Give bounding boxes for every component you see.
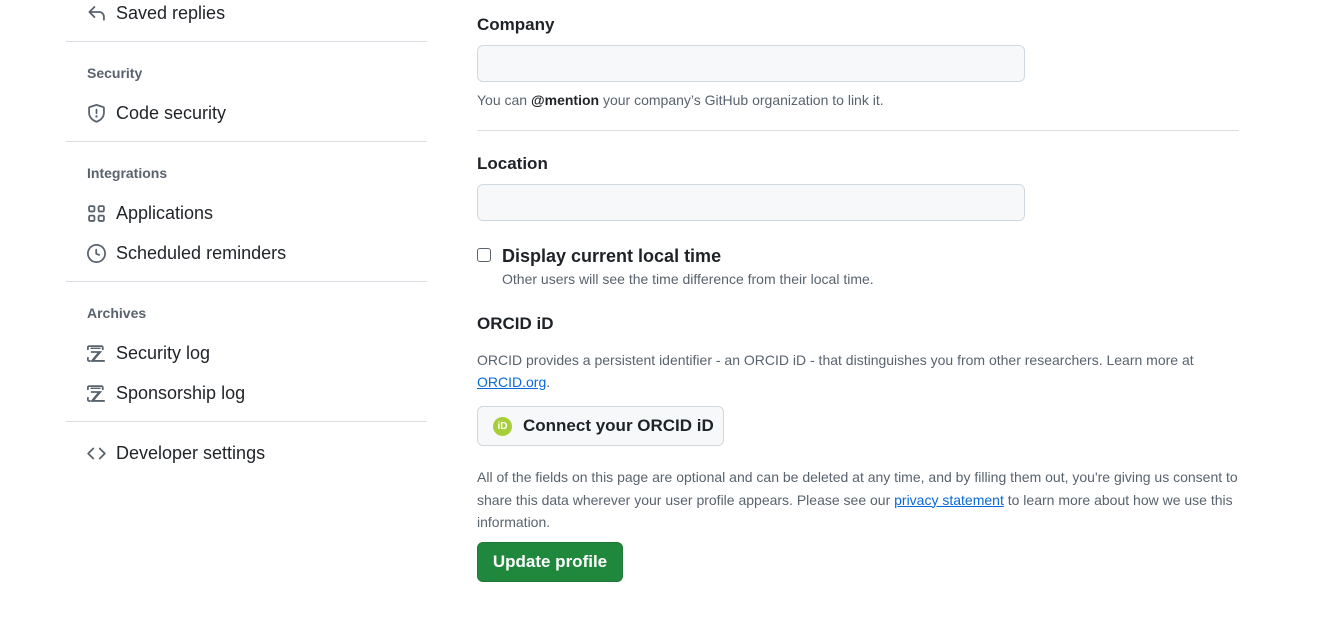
code-icon bbox=[87, 444, 106, 463]
log-icon bbox=[87, 344, 106, 363]
company-note-mention: @mention bbox=[530, 92, 600, 108]
company-note: You can @mention your company’s GitHub o… bbox=[477, 92, 884, 108]
company-input[interactable] bbox=[477, 45, 1025, 82]
sidebar-item-label: Code security bbox=[116, 103, 227, 123]
sidebar-section-integrations: Integrations bbox=[87, 165, 168, 181]
log-icon bbox=[87, 384, 106, 403]
sidebar-item-scheduled-reminders[interactable]: Scheduled reminders bbox=[66, 237, 427, 269]
company-note-suffix: your company’s GitHub organization to li… bbox=[599, 92, 884, 108]
sidebar-item-saved-replies[interactable]: Saved replies bbox=[66, 0, 427, 29]
sidebar-divider bbox=[66, 281, 427, 282]
connect-orcid-button[interactable]: iD Connect your ORCID iD bbox=[477, 406, 724, 446]
orcid-link[interactable]: ORCID.org bbox=[477, 374, 546, 390]
privacy-disclaimer: All of the fields on this page are optio… bbox=[477, 466, 1239, 534]
sidebar-item-code-security[interactable]: Code security bbox=[66, 97, 427, 129]
local-time-note: Other users will see the time difference… bbox=[502, 271, 874, 287]
clock-icon bbox=[87, 244, 106, 263]
orcid-description: ORCID provides a persistent identifier -… bbox=[477, 349, 1239, 393]
orcid-description-text: ORCID provides a persistent identifier -… bbox=[477, 352, 1194, 368]
sidebar-item-sponsorship-log[interactable]: Sponsorship log bbox=[66, 377, 427, 409]
shield-icon bbox=[87, 104, 106, 123]
update-profile-button[interactable]: Update profile bbox=[477, 542, 623, 582]
apps-grid-icon bbox=[87, 204, 106, 223]
sidebar-item-label: Scheduled reminders bbox=[116, 243, 287, 263]
section-divider bbox=[477, 130, 1239, 131]
sidebar-item-label: Saved replies bbox=[116, 3, 226, 23]
location-label: Location bbox=[477, 154, 548, 173]
sidebar-divider bbox=[66, 41, 427, 42]
sidebar-divider bbox=[66, 421, 427, 422]
local-time-checkbox[interactable] bbox=[477, 248, 491, 262]
sidebar-section-archives: Archives bbox=[87, 305, 147, 321]
location-input[interactable] bbox=[477, 184, 1025, 221]
reply-icon bbox=[87, 4, 106, 23]
connect-orcid-label: Connect your ORCID iD bbox=[523, 416, 714, 435]
sidebar-item-label: Applications bbox=[116, 203, 214, 223]
sidebar-item-applications[interactable]: Applications bbox=[66, 197, 427, 229]
company-label: Company bbox=[477, 15, 555, 34]
company-note-prefix: You can bbox=[477, 92, 531, 108]
sidebar-item-label: Developer settings bbox=[116, 443, 266, 463]
sidebar-item-security-log[interactable]: Security log bbox=[66, 337, 427, 369]
sidebar-item-developer-settings[interactable]: Developer settings bbox=[66, 437, 427, 469]
privacy-statement-link[interactable]: privacy statement bbox=[894, 492, 1004, 508]
orcid-icon: iD bbox=[493, 417, 512, 436]
orcid-title: ORCID iD bbox=[477, 314, 554, 333]
orcid-description-end: . bbox=[546, 374, 551, 390]
sidebar-section-security: Security bbox=[87, 65, 143, 81]
local-time-label[interactable]: Display current local time bbox=[502, 246, 721, 267]
sidebar-item-label: Security log bbox=[116, 343, 211, 363]
sidebar-divider bbox=[66, 141, 427, 142]
sidebar-item-label: Sponsorship log bbox=[116, 383, 246, 403]
